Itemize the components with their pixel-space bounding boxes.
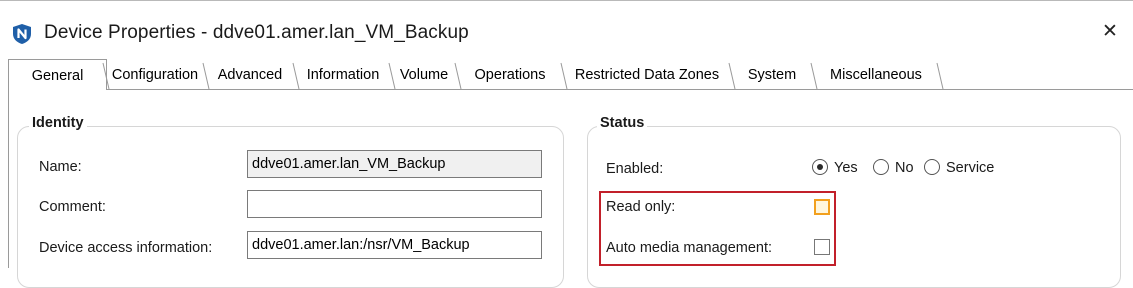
tab-separator [560, 62, 568, 89]
tab-volume[interactable]: Volume [391, 62, 457, 89]
enabled-yes-label[interactable]: Yes [834, 160, 858, 176]
status-group-title: Status [597, 115, 648, 131]
tab-separator [102, 62, 110, 89]
tab-separator [810, 62, 818, 89]
tab-label: Restricted Data Zones [574, 67, 720, 83]
close-button[interactable]: ✕ [1087, 11, 1133, 51]
tab-separator [936, 62, 944, 89]
device-access-label: Device access information: [39, 240, 213, 256]
shield-icon [12, 23, 32, 45]
read-only-label: Read only: [606, 199, 676, 215]
name-label: Name: [39, 159, 82, 175]
tab-separator [292, 62, 300, 89]
enabled-yes-radio[interactable] [812, 159, 828, 175]
tab-separator [454, 62, 462, 89]
tab-label: Operations [474, 67, 546, 83]
general-tab-panel: Identity Name: ddve01.amer.lan_VM_Backup… [8, 90, 1133, 288]
radio-selected-dot [817, 164, 823, 170]
window-title: Device Properties - ddve01.amer.lan_VM_B… [44, 22, 469, 43]
tab-general[interactable]: General [8, 59, 107, 91]
enabled-label: Enabled: [606, 161, 664, 177]
enabled-no-label[interactable]: No [895, 160, 914, 176]
enabled-service-label[interactable]: Service [946, 160, 994, 176]
auto-media-label: Auto media management: [606, 240, 773, 256]
tab-label: System [747, 67, 797, 83]
comment-field[interactable] [247, 190, 542, 218]
tab-separator [388, 62, 396, 89]
tab-label: Advanced [217, 67, 283, 83]
tab-label: Information [306, 67, 380, 83]
tab-operations[interactable]: Operations [457, 62, 563, 89]
tab-separator [202, 62, 210, 89]
tab-separator [728, 62, 736, 89]
identity-group-title: Identity [29, 115, 87, 131]
auto-media-checkbox[interactable] [814, 239, 830, 255]
dialog-client: General Configuration Advanced Informati… [8, 57, 1133, 288]
title-bar[interactable]: Device Properties - ddve01.amer.lan_VM_B… [0, 1, 1133, 57]
tab-advanced[interactable]: Advanced [205, 62, 295, 89]
tab-label: Miscellaneous [830, 67, 922, 83]
tab-label: Volume [399, 67, 449, 83]
tab-label: Configuration [111, 67, 199, 83]
name-field: ddve01.amer.lan_VM_Backup [247, 150, 542, 178]
read-only-checkbox[interactable] [814, 199, 830, 215]
comment-label: Comment: [39, 199, 106, 215]
enabled-service-radio[interactable] [924, 159, 940, 175]
enabled-no-radio[interactable] [873, 159, 889, 175]
tab-configuration[interactable]: Configuration [105, 62, 205, 89]
tab-information[interactable]: Information [295, 62, 391, 89]
device-access-field[interactable]: ddve01.amer.lan:/nsr/VM_Backup [247, 231, 542, 259]
tab-restricted-data-zones[interactable]: Restricted Data Zones [563, 62, 731, 89]
tab-label: General [31, 68, 84, 84]
tab-miscellaneous[interactable]: Miscellaneous [813, 62, 939, 89]
tab-strip: General Configuration Advanced Informati… [8, 57, 1133, 91]
device-properties-window: Device Properties - ddve01.amer.lan_VM_B… [0, 0, 1133, 288]
close-icon: ✕ [1102, 20, 1118, 42]
tab-system[interactable]: System [731, 62, 813, 89]
